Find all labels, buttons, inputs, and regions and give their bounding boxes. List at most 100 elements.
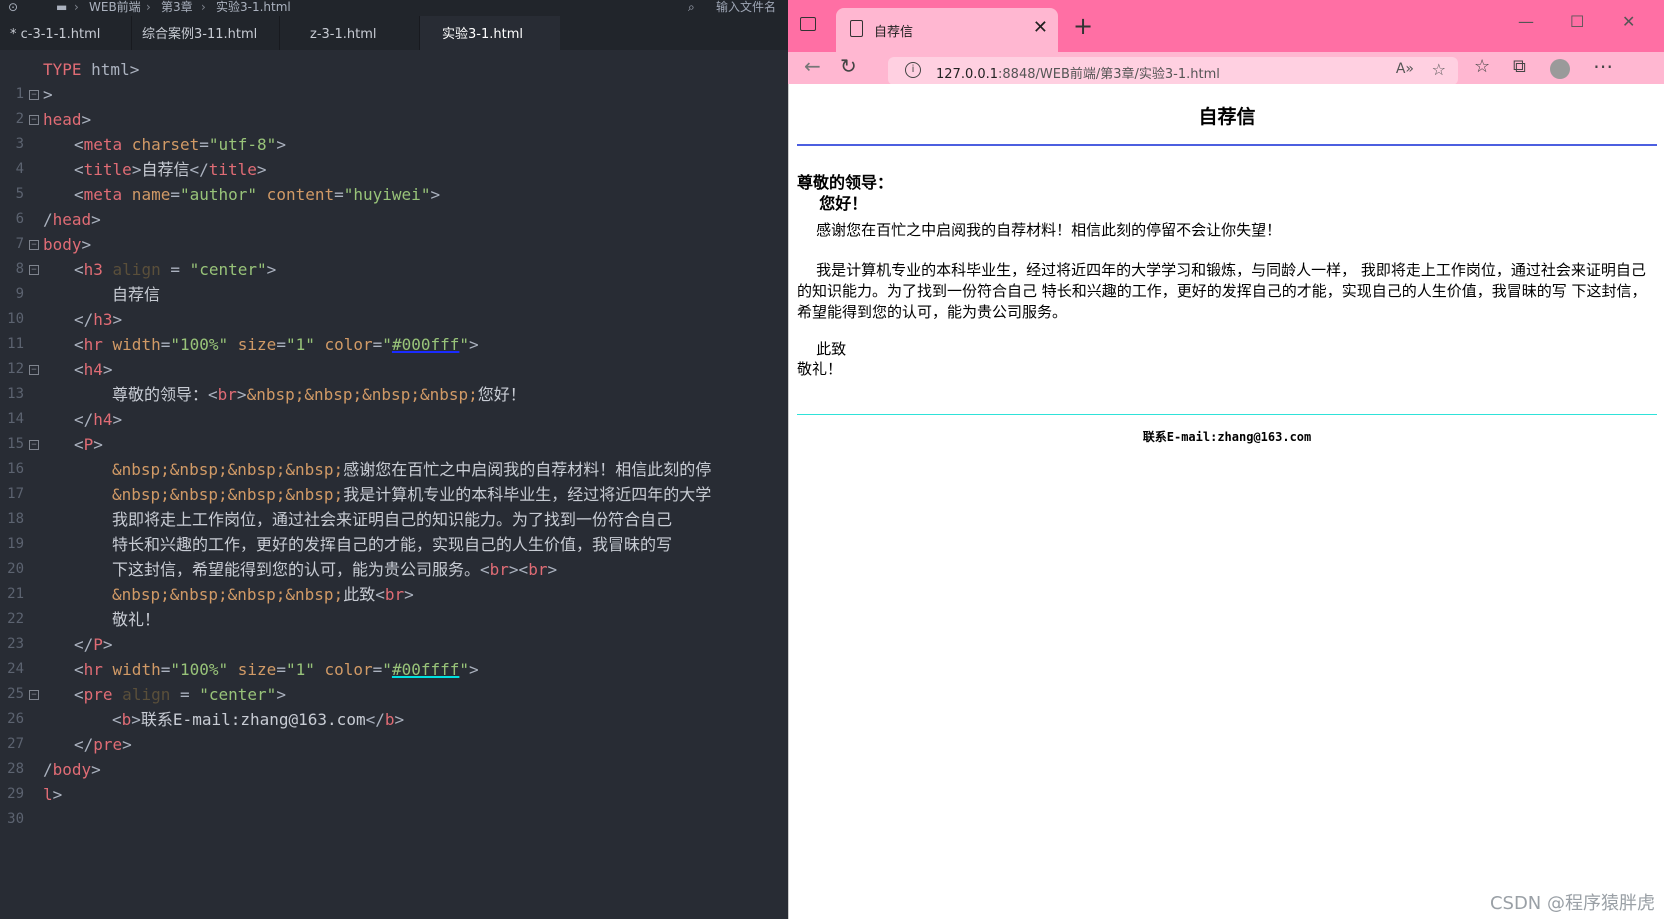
code-token: charset — [122, 135, 200, 154]
code-line: 28 </pre> — [0, 732, 788, 777]
code-token: = — [170, 685, 200, 704]
code-token: > — [102, 360, 113, 379]
code-token: = — [372, 660, 383, 679]
code-token: < — [480, 560, 490, 579]
refresh-icon[interactable]: ↻ — [840, 54, 857, 78]
code-token: 自荐信 — [141, 160, 190, 179]
code-token: </ — [74, 310, 94, 329]
fold-icon[interactable]: − — [29, 240, 39, 250]
code-token: P — [93, 635, 103, 654]
breadcrumb-item[interactable]: WEB前端 — [89, 0, 141, 14]
code-token: = — [160, 335, 171, 354]
tab-experiment-3-1[interactable]: 实验3-1.html — [420, 16, 560, 50]
code-token: body — [43, 235, 82, 254]
color-swatch-blue: #000fff — [391, 335, 460, 354]
code-token: content — [257, 185, 335, 204]
browser-tab[interactable]: 自荐信 ✕ — [836, 8, 1058, 52]
code-token: > — [394, 710, 405, 729]
code-token: 此致 — [343, 585, 376, 604]
breadcrumb-item[interactable]: 第3章 — [161, 0, 193, 14]
code-line: 9 − <h3 align = "center"> — [0, 257, 788, 302]
code-token: = — [276, 660, 286, 679]
code-token: 我是计算机专业的本科毕业生，经过将近四年的大学 — [343, 485, 712, 504]
code-token: &nbsp;&nbsp;&nbsp;&nbsp; — [112, 585, 344, 604]
fold-icon[interactable]: − — [29, 265, 39, 275]
code-token: head — [52, 210, 92, 229]
favorites-icon[interactable]: ☆ — [1474, 56, 1490, 77]
code-line: 20 特长和兴趣的工作，更好的发挥自己的才能，实现自己的人生价值，我冒昧的写 — [0, 532, 788, 577]
fold-icon[interactable]: − — [29, 365, 39, 375]
code-token: / — [43, 760, 53, 779]
code-token: > — [266, 260, 277, 279]
file-search-input[interactable]: 输入文件名 — [716, 0, 776, 14]
address-bar[interactable]: i 127.0.0.1:8848/WEB前端/第3章/实验3-1.html A»… — [888, 57, 1458, 85]
greeting-hello-text: 您好！ — [797, 194, 868, 213]
code-token: color — [314, 335, 373, 354]
more-options-icon[interactable]: ⋯ — [1593, 54, 1613, 78]
code-token: align — [112, 685, 171, 704]
code-token: "center" — [189, 260, 267, 279]
code-token: > — [91, 760, 101, 779]
tab-actions-icon[interactable] — [800, 17, 816, 31]
minimize-icon[interactable]: — — [1518, 12, 1534, 31]
code-token: < — [375, 585, 385, 604]
code-line: 16 − <P> — [0, 432, 788, 477]
file-search-icon[interactable]: ⌕ — [688, 0, 695, 14]
code-token: "100%" — [170, 660, 229, 679]
site-info-icon[interactable]: i — [905, 62, 921, 78]
back-icon[interactable]: ← — [804, 54, 821, 78]
code-line: 25 <hr width="100%" size="1" color="#00f… — [0, 657, 788, 702]
code-token: hr — [83, 660, 103, 679]
code-token: 感谢您在百忙之中启阅我的自荐材料！相信此刻的停 — [343, 460, 712, 479]
code-token: h4 — [93, 410, 113, 429]
code-token: "1" — [285, 660, 315, 679]
code-editor[interactable]: ⊙ ▬ › WEB前端 › 第3章 › 实验3-1.html ⌕ 输入文件名 *… — [0, 0, 788, 919]
tab-c-3-1-1[interactable]: * c-3-1-1.html — [0, 16, 132, 50]
code-token: < — [74, 660, 84, 679]
code-token: " — [459, 335, 470, 354]
code-token: < — [74, 135, 84, 154]
page-viewport: 自荐信 尊敬的领导： 您好！ 感谢您在百忙之中启阅我的自荐材料！相信此刻的停留不… — [788, 84, 1664, 919]
url-text[interactable]: 127.0.0.1:8848/WEB前端/第3章/实验3-1.html — [936, 63, 1220, 82]
breadcrumb-item[interactable]: 实验3-1.html — [216, 0, 291, 14]
run-icon[interactable]: ⊙ — [8, 0, 18, 14]
watermark: CSDN @程序猿胖虎 — [1489, 893, 1655, 914]
tab-case-3-11[interactable]: 综合案例3-11.html — [132, 16, 280, 50]
paragraph-introduction: 我是计算机专业的本科毕业生，经过将近四年的大学学习和锻炼，与同龄人一样， 我即将… — [797, 261, 1647, 321]
code-token: = — [276, 335, 286, 354]
collections-icon[interactable]: ⧉ — [1513, 56, 1526, 77]
code-line: 22 &nbsp;&nbsp;&nbsp;&nbsp;此致<br> — [0, 582, 788, 627]
fold-icon[interactable]: − — [29, 90, 39, 100]
code-token: P — [83, 435, 94, 454]
profile-avatar[interactable] — [1550, 59, 1570, 79]
close-window-icon[interactable]: ✕ — [1622, 12, 1635, 31]
editor-tabs: * c-3-1-1.html 综合案例3-11.html z-3-1.html … — [0, 16, 788, 50]
code-token: "100%" — [170, 335, 229, 354]
code-token: > — [52, 785, 63, 804]
maximize-icon[interactable]: ☐ — [1570, 12, 1584, 31]
code-token: "1" — [285, 335, 315, 354]
fold-icon[interactable]: − — [29, 440, 39, 450]
code-token: > — [112, 310, 123, 329]
add-favorite-icon[interactable]: ☆ — [1432, 60, 1446, 79]
code-token: > — [102, 635, 113, 654]
code-token: size — [228, 335, 277, 354]
code-token: > — [81, 110, 92, 129]
code-token: < — [74, 335, 84, 354]
tab-z-3-1[interactable]: z-3-1.html — [280, 16, 420, 50]
code-token: h4 — [83, 360, 103, 379]
read-aloud-icon[interactable]: A» — [1396, 61, 1414, 77]
code-token: 特长和兴趣的工作，更好的发挥自己的才能，实现自己的人生价值，我冒昧的写 — [112, 535, 673, 554]
code-line: 6 <meta name="author" content="huyiwei"> — [0, 182, 788, 227]
new-tab-icon[interactable]: + — [1073, 12, 1093, 40]
code-line: 23 敬礼！ — [0, 607, 788, 652]
code-line: 12 <hr width="100%" size="1" color="#000… — [0, 332, 788, 377]
browser-titlebar: 自荐信 ✕ + — ☐ ✕ — [788, 0, 1664, 52]
breadcrumb-sep-icon: › — [146, 0, 151, 14]
code-line: 3 − head> — [0, 107, 788, 152]
fold-icon[interactable]: − — [29, 690, 39, 700]
close-tab-icon[interactable]: ✕ — [1033, 17, 1048, 38]
fold-icon[interactable]: − — [29, 115, 39, 125]
code-token: br — [528, 560, 548, 579]
closing-text: 此致 — [797, 340, 847, 358]
